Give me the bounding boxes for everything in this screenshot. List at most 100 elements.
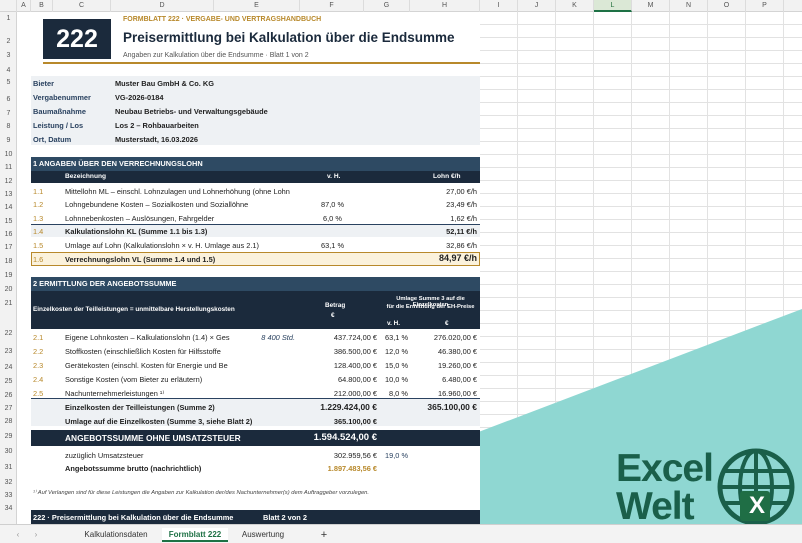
row-value[interactable]: 27,00 €/h <box>421 187 477 196</box>
col-f[interactable]: F <box>300 0 364 12</box>
brutto-betrag[interactable]: 1.897.483,56 € <box>293 464 377 473</box>
row-16[interactable]: 16 <box>0 231 17 238</box>
info-value[interactable]: Los 2 – Rohbauarbeiten <box>115 121 199 130</box>
col-n[interactable]: N <box>670 0 708 12</box>
row-value[interactable]: 52,11 €/h <box>421 227 477 236</box>
row-7[interactable]: 7 <box>0 110 17 117</box>
row-percent[interactable]: 87,0 % <box>321 200 344 209</box>
info-value[interactable]: Musterstadt, 16.03.2026 <box>115 135 198 144</box>
ust-percent[interactable]: 19,0 % <box>385 451 408 460</box>
row-value[interactable]: 23,49 €/h <box>421 200 477 209</box>
row-percent[interactable]: 6,0 % <box>323 214 342 223</box>
col-m[interactable]: M <box>632 0 670 12</box>
col-k[interactable]: K <box>556 0 594 12</box>
row-eur[interactable]: 6.480,00 € <box>411 375 477 384</box>
row-betrag[interactable]: 128.400,00 € <box>307 361 377 370</box>
row-1[interactable]: 1 <box>0 15 17 22</box>
row-28[interactable]: 28 <box>0 418 17 425</box>
col-o[interactable]: O <box>708 0 746 12</box>
row-eur[interactable]: 276.020,00 € <box>411 333 477 342</box>
footnote: ¹⁾ Auf Verlangen sind für diese Leistung… <box>33 490 370 496</box>
col-p[interactable]: P <box>746 0 784 12</box>
col-h[interactable]: H <box>410 0 480 12</box>
row-label: Nachunternehmerleistungen ¹⁾ <box>65 389 165 398</box>
col-c[interactable]: C <box>53 0 111 12</box>
info-value[interactable]: Neubau Betriebs- und Verwaltungsgebäude <box>115 107 268 116</box>
col-b[interactable]: B <box>31 0 53 12</box>
sum-eur[interactable]: 365.100,00 € <box>407 402 477 412</box>
row-percent[interactable]: 63,1 % <box>385 333 408 342</box>
row-18[interactable]: 18 <box>0 258 17 265</box>
row-6[interactable]: 6 <box>0 96 17 103</box>
row-20[interactable]: 20 <box>0 286 17 293</box>
row-percent[interactable]: 15,0 % <box>385 361 408 370</box>
row-26[interactable]: 26 <box>0 392 17 399</box>
row-betrag[interactable]: 437.724,00 € <box>307 333 377 342</box>
col-l[interactable]: L <box>594 0 632 12</box>
row-8[interactable]: 8 <box>0 123 17 130</box>
row-betrag[interactable]: 212.000,00 € <box>307 389 377 398</box>
page-2-title: 222 · Preisermittlung bei Kalkulation üb… <box>33 513 234 522</box>
col-e[interactable]: E <box>214 0 300 12</box>
tab-scroll-left-icon[interactable]: ‹ <box>12 528 24 542</box>
row-21[interactable]: 21 <box>0 300 17 307</box>
row-34[interactable]: 34 <box>0 505 17 512</box>
form-kicker: FORMBLATT 222 · VERGABE- UND VERTRAGSHAN… <box>123 16 322 23</box>
row-32[interactable]: 32 <box>0 479 17 486</box>
tab-auswertung[interactable]: Auswertung <box>234 528 292 542</box>
col-i[interactable]: I <box>480 0 518 12</box>
row-22[interactable]: 22 <box>0 330 17 337</box>
select-all-corner[interactable] <box>0 0 17 12</box>
col-j[interactable]: J <box>518 0 556 12</box>
row-value[interactable]: 1,62 €/h <box>421 214 477 223</box>
row-29[interactable]: 29 <box>0 433 17 440</box>
row-14[interactable]: 14 <box>0 204 17 211</box>
row-30[interactable]: 30 <box>0 448 17 455</box>
row-percent[interactable]: 12,0 % <box>385 347 408 356</box>
row-percent[interactable]: 8,0 % <box>389 389 408 398</box>
row-betrag[interactable]: 64.800,00 € <box>307 375 377 384</box>
info-value[interactable]: Muster Bau GmbH & Co. KG <box>115 79 214 88</box>
row-19[interactable]: 19 <box>0 272 17 279</box>
row-24[interactable]: 24 <box>0 364 17 371</box>
row-2[interactable]: 2 <box>0 38 17 45</box>
row-15[interactable]: 15 <box>0 218 17 225</box>
row-9[interactable]: 9 <box>0 137 17 144</box>
row-betrag[interactable]: 386.500,00 € <box>307 347 377 356</box>
row-eur[interactable]: 16.960,00 € <box>411 389 477 398</box>
row-25[interactable]: 25 <box>0 378 17 385</box>
tab-scroll-right-icon[interactable]: › <box>30 528 42 542</box>
tab-formblatt-222[interactable]: Formblatt 222 <box>162 528 228 542</box>
row-4[interactable]: 4 <box>0 67 17 74</box>
umlage-betrag[interactable]: 365.100,00 € <box>293 417 377 426</box>
row-percent[interactable]: 10,0 % <box>385 375 408 384</box>
row-eur[interactable]: 19.260,00 € <box>411 361 477 370</box>
row-23[interactable]: 23 <box>0 348 17 355</box>
row-31[interactable]: 31 <box>0 464 17 471</box>
row-27[interactable]: 27 <box>0 405 17 412</box>
row-value[interactable]: 32,86 €/h <box>421 241 477 250</box>
row-number: 1.2 <box>33 200 44 209</box>
row-3[interactable]: 3 <box>0 52 17 59</box>
row-17[interactable]: 17 <box>0 244 17 251</box>
row-11[interactable]: 11 <box>0 164 17 171</box>
add-sheet-icon[interactable]: + <box>316 528 332 542</box>
row-hours[interactable]: 8 400 Std. <box>251 333 295 342</box>
ust-betrag[interactable]: 302.959,56 € <box>307 451 377 460</box>
info-value[interactable]: VG-2026-0184 <box>115 93 163 102</box>
sum-betrag[interactable]: 1.229.424,00 € <box>293 402 377 412</box>
col-a[interactable]: A <box>17 0 31 12</box>
col-g[interactable]: G <box>364 0 410 12</box>
row-10[interactable]: 10 <box>0 151 17 158</box>
row-percent[interactable]: 63,1 % <box>321 241 344 250</box>
row-eur[interactable]: 46.380,00 € <box>411 347 477 356</box>
row-5[interactable]: 5 <box>0 79 17 86</box>
angebot-betrag[interactable]: 1.594.524,00 € <box>287 432 377 443</box>
row-value[interactable]: 84,97 €/h <box>415 253 477 263</box>
row-13[interactable]: 13 <box>0 191 17 198</box>
row-number: 2.5 <box>33 389 44 398</box>
row-33[interactable]: 33 <box>0 492 17 499</box>
col-d[interactable]: D <box>111 0 214 12</box>
row-12[interactable]: 12 <box>0 178 17 185</box>
tab-kalkulationsdaten[interactable]: Kalkulationsdaten <box>74 528 158 542</box>
